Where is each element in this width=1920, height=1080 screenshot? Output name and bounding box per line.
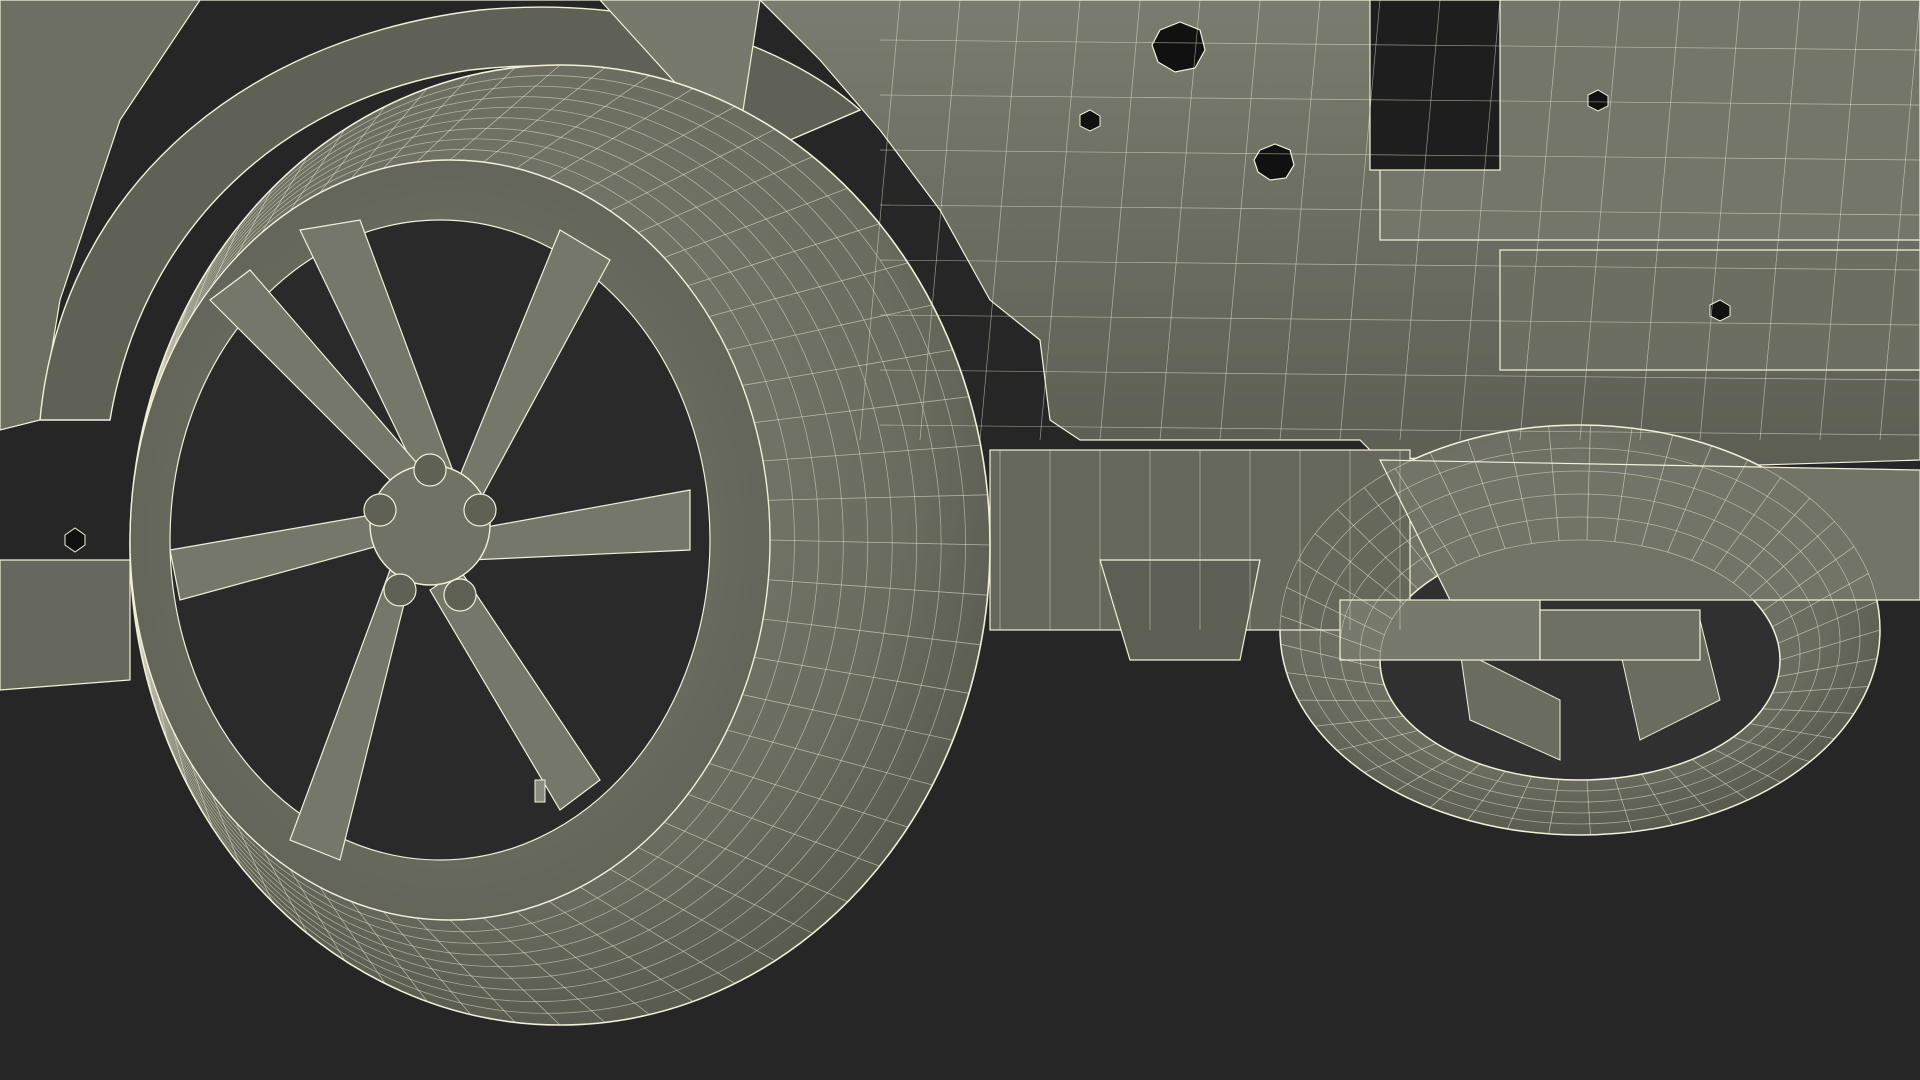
tow-bracket (1539, 609, 1701, 661)
lug-nut (463, 493, 497, 527)
lug-nut (443, 578, 477, 612)
lug-nut (413, 453, 447, 487)
left-lower-sill (0, 559, 131, 691)
rear-bumper (1379, 459, 1920, 601)
lug-nut (363, 493, 397, 527)
valve-stem (534, 779, 546, 803)
wireframe-render[interactable] (0, 0, 1920, 1080)
lug-nut (383, 573, 417, 607)
3d-viewport[interactable] (0, 0, 1920, 1080)
center-window-cutout (1369, 0, 1501, 171)
shock-mount (1339, 599, 1541, 661)
